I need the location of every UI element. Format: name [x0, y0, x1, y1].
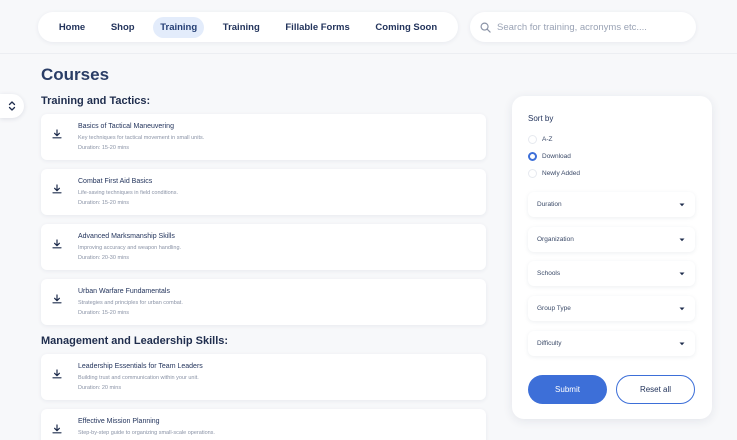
- course-title: Advanced Marksmanship Skills: [78, 233, 175, 240]
- radio-label: Newly Added: [542, 170, 580, 177]
- radio-label: A-Z: [542, 136, 553, 143]
- course-title: Combat First Aid Basics: [78, 178, 153, 185]
- download-icon[interactable]: [52, 239, 62, 249]
- download-icon[interactable]: [52, 369, 62, 379]
- search-bar: [470, 12, 696, 42]
- nav-home[interactable]: Home: [52, 17, 92, 38]
- caret-down-icon: [679, 272, 685, 275]
- course-title: Basics of Tactical Maneuvering: [78, 123, 174, 130]
- main-nav: Home Shop Training Training Fillable For…: [38, 12, 458, 42]
- course-card[interactable]: Effective Mission Planning Step-by-step …: [41, 409, 486, 440]
- radio-label: Download: [542, 153, 571, 160]
- header-divider: [0, 53, 737, 54]
- course-duration: Duration: 15-20 mins: [78, 200, 130, 206]
- download-icon[interactable]: [52, 129, 62, 139]
- dropdown-label: Schools: [537, 270, 561, 277]
- download-icon[interactable]: [52, 184, 62, 194]
- radio-button[interactable]: [528, 169, 537, 178]
- group-type-dropdown[interactable]: Group Type: [528, 296, 695, 321]
- course-title: Leadership Essentials for Team Leaders: [78, 363, 203, 370]
- dropdown-label: Duration: [537, 201, 562, 208]
- nav-fillable-forms[interactable]: Fillable Forms: [278, 17, 356, 38]
- submit-button[interactable]: Submit: [528, 375, 607, 404]
- course-description: Key techniques for tactical movement in …: [78, 135, 205, 141]
- sort-option-download[interactable]: Download: [528, 152, 571, 161]
- nav-training[interactable]: Training: [216, 17, 267, 38]
- course-description: Step-by-step guide to organizing small-s…: [78, 430, 215, 436]
- course-duration: Duration: 15-20 mins: [78, 145, 130, 151]
- download-icon[interactable]: [52, 424, 62, 434]
- sidebar-toggle[interactable]: [0, 94, 24, 118]
- sort-option-newly-added[interactable]: Newly Added: [528, 169, 580, 178]
- reset-all-button[interactable]: Reset all: [616, 375, 695, 404]
- course-description: Building trust and communication within …: [78, 375, 199, 381]
- course-card[interactable]: Basics of Tactical Maneuvering Key techn…: [41, 114, 486, 160]
- course-duration: Duration: 15-20 mins: [78, 310, 130, 316]
- radio-button-selected[interactable]: [528, 152, 537, 161]
- course-card[interactable]: Advanced Marksmanship Skills Improving a…: [41, 224, 486, 270]
- course-title: Effective Mission Planning: [78, 418, 160, 425]
- course-description: Improving accuracy and weapon handling.: [78, 245, 182, 251]
- schools-dropdown[interactable]: Schools: [528, 261, 695, 286]
- section-title-leadership: Management and Leadership Skills:: [41, 335, 229, 347]
- course-duration: Duration: 20-30 mins: [78, 255, 130, 261]
- course-description: Life-saving techniques in field conditio…: [78, 190, 178, 196]
- radio-button[interactable]: [528, 135, 537, 144]
- caret-down-icon: [679, 203, 685, 206]
- difficulty-dropdown[interactable]: Difficulty: [528, 331, 695, 356]
- sort-by-label: Sort by: [528, 114, 554, 123]
- course-card[interactable]: Leadership Essentials for Team Leaders B…: [41, 354, 486, 400]
- nav-shop[interactable]: Shop: [104, 17, 142, 38]
- organization-dropdown[interactable]: Organization: [528, 227, 695, 252]
- course-title: Urban Warfare Fundamentals: [78, 288, 170, 295]
- dropdown-label: Group Type: [537, 305, 571, 312]
- nav-training-active[interactable]: Training: [153, 16, 205, 38]
- page-title: Courses: [41, 65, 110, 84]
- chevron-up-down-icon: [8, 101, 16, 111]
- sort-option-a-z[interactable]: A-Z: [528, 135, 552, 144]
- caret-down-icon: [679, 307, 685, 310]
- dropdown-label: Organization: [537, 236, 574, 243]
- caret-down-icon: [679, 342, 685, 345]
- search-input[interactable]: [497, 21, 677, 33]
- dropdown-label: Difficulty: [537, 340, 562, 347]
- course-card[interactable]: Urban Warfare Fundamentals Strategies an…: [41, 279, 486, 325]
- course-description: Strategies and principles for urban comb…: [78, 300, 183, 306]
- duration-dropdown[interactable]: Duration: [528, 192, 695, 217]
- course-duration: Duration: 20 mins: [78, 385, 122, 391]
- download-icon[interactable]: [52, 294, 62, 304]
- caret-down-icon: [679, 238, 685, 241]
- nav-coming-soon[interactable]: Coming Soon: [368, 17, 444, 38]
- filter-panel: Sort by A-Z Download Newly Added Duratio…: [512, 96, 712, 419]
- search-icon: [480, 22, 491, 33]
- section-title-training: Training and Tactics:: [41, 95, 151, 107]
- course-card[interactable]: Combat First Aid Basics Life-saving tech…: [41, 169, 486, 215]
